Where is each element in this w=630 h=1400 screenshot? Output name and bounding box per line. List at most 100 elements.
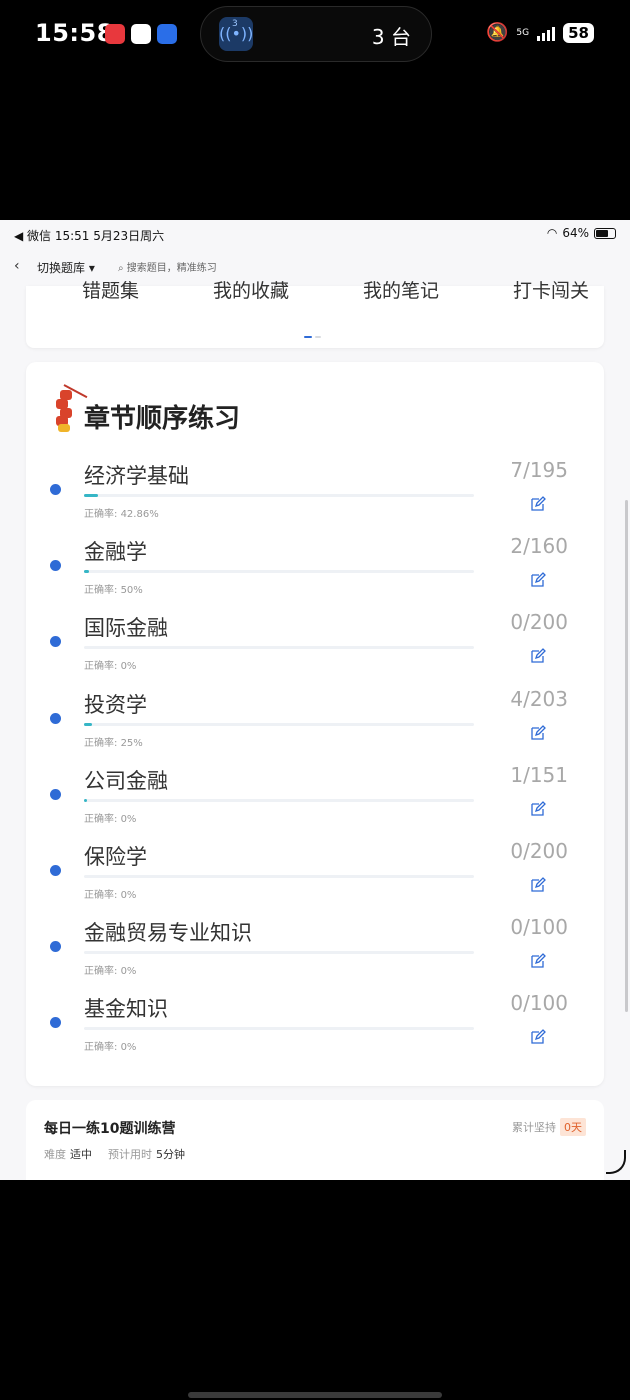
edit-icon[interactable]	[530, 953, 546, 969]
chapter-bullet	[50, 484, 61, 495]
chapter-count: 7/195	[510, 458, 568, 482]
quick-link-favorites[interactable]: 我的收藏	[213, 276, 289, 303]
edit-icon[interactable]	[530, 648, 546, 664]
search-field[interactable]: ⌕ 搜索题目，精准练习	[118, 259, 217, 274]
chapter-row[interactable]: 公司金融 正确率: 0% 1/151	[26, 763, 604, 841]
switch-question-bank-button[interactable]: 切换题库 ▾	[37, 259, 95, 276]
edit-icon[interactable]	[530, 877, 546, 893]
quick-links-card: 错题集 我的收藏 我的笔记 打卡闯关	[26, 280, 604, 348]
firecracker-icon	[52, 384, 88, 434]
chapter-name: 国际金融	[84, 616, 168, 641]
quick-link-wrong-questions[interactable]: 错题集	[82, 276, 139, 303]
accuracy-value: 0%	[120, 966, 137, 978]
accuracy-label: 正确率:	[84, 585, 121, 597]
streak-label: 累计坚持	[512, 1121, 556, 1134]
chapter-count: 0/200	[510, 839, 568, 863]
bell-muted-icon: 🔕	[486, 22, 509, 43]
edit-icon[interactable]	[530, 496, 546, 512]
chapter-progress-bar	[84, 798, 474, 802]
ipad-battery-percent: 64%	[562, 226, 589, 240]
chapter-section-title: 章节顺序练习	[84, 404, 241, 434]
chapter-accuracy: 正确率: 0%	[84, 810, 136, 825]
chapter-practice-card: 章节顺序练习 经济学基础 正确率: 42.86% 7/195 金融学 正确率: 50% 2…	[26, 362, 604, 1086]
accuracy-label: 正确率:	[84, 966, 121, 978]
app-notification-icon	[105, 24, 125, 44]
chapter-row[interactable]: 基金知识正确率: 0% 0/100	[26, 991, 604, 1069]
chapter-progress-bar	[84, 722, 474, 726]
chapter-progress-bar	[84, 646, 474, 650]
accuracy-value: 42.86%	[120, 509, 159, 520]
ipad-status-left: ◀ 微信 15:51 5月23日周六	[14, 229, 165, 243]
status-indicators: 🔕 5G 58	[486, 22, 594, 43]
edit-icon[interactable]	[530, 724, 546, 741]
accuracy-label: 正确率:	[84, 737, 121, 749]
phone-time: 15:58	[35, 19, 114, 47]
time-label: 预计用时	[108, 1148, 152, 1161]
edit-icon[interactable]	[530, 800, 546, 817]
streak-days: 0天	[560, 1118, 586, 1136]
quick-link-checkin[interactable]: 打卡闯关	[513, 276, 589, 303]
chapter-accuracy: 正确率: 42.86%	[84, 505, 159, 520]
home-indicator[interactable]	[188, 1392, 442, 1398]
app-notification-icon	[131, 24, 151, 44]
edit-icon[interactable]	[530, 1029, 546, 1045]
ipad-status-right: ◠ 64%	[547, 226, 616, 240]
chapter-progress-bar	[84, 494, 474, 497]
chapter-progress-fill	[84, 798, 87, 802]
accuracy-label: 正确率:	[84, 890, 121, 901]
chapter-bullet	[50, 788, 61, 800]
chapter-bullet	[50, 636, 61, 648]
chapter-row[interactable]: 保险学 正确率: 0% 0/200	[26, 839, 604, 917]
chapter-accuracy: 正确率: 0%	[84, 886, 136, 901]
chapter-name: 金融贸易专业知识	[84, 921, 252, 946]
quick-link-notes[interactable]: 我的笔记	[363, 276, 439, 303]
battery-icon	[594, 227, 616, 239]
training-camp-card[interactable]: 每日一练10题训练营 累计坚持 0天 难度 适中 预计用时 5分钟	[26, 1100, 604, 1180]
chapter-count: 0/100	[510, 991, 568, 1016]
accuracy-label: 正确率:	[84, 509, 121, 520]
accuracy-value: 0%	[120, 813, 137, 825]
scrollbar[interactable]	[625, 500, 628, 1012]
chapter-bullet	[50, 865, 61, 876]
chapter-row[interactable]: 金融贸易专业知识正确率: 0% 0/100	[26, 915, 604, 993]
chapter-name: 公司金融	[84, 768, 168, 793]
chapter-progress-fill	[84, 494, 99, 497]
chapter-progress-fill	[84, 570, 89, 574]
chapter-progress-bar	[84, 570, 474, 574]
accuracy-value: 0%	[120, 661, 137, 673]
chapter-name: 投资学	[84, 692, 147, 717]
chapter-bullet	[50, 1017, 61, 1029]
chapter-name: 基金知识	[84, 997, 168, 1022]
battery-level: 58	[563, 22, 594, 43]
chapter-progress-bar	[84, 951, 474, 955]
quick-links: 错题集 我的收藏 我的笔记 打卡闯关	[82, 276, 589, 303]
chapter-count: 0/100	[510, 915, 568, 940]
difficulty-label: 难度	[44, 1148, 66, 1161]
chapter-row[interactable]: 经济学基础 正确率: 42.86% 7/195	[26, 458, 604, 536]
search-icon: ⌕	[118, 263, 127, 274]
chapter-bullet	[50, 712, 61, 724]
chapter-accuracy: 正确率: 25%	[84, 734, 143, 749]
accuracy-value: 50%	[120, 585, 143, 597]
chapter-accuracy: 正确率: 0%	[84, 657, 136, 672]
chapter-name: 金融学	[84, 540, 147, 565]
accuracy-label: 正确率:	[84, 661, 121, 673]
chapter-row[interactable]: 金融学 正确率: 50% 2/160	[26, 534, 604, 612]
back-icon[interactable]: ‹	[14, 258, 20, 274]
chapter-count: 4/203	[510, 686, 568, 711]
streak: 累计坚持 0天	[512, 1118, 586, 1136]
dynamic-island[interactable]: ((•)) 3 3 台	[200, 6, 432, 62]
chapter-progress-bar	[84, 875, 474, 878]
notification-app-icons	[105, 24, 177, 44]
chapter-progress-bar	[84, 1027, 474, 1031]
chapter-accuracy: 正确率: 50%	[84, 581, 143, 596]
accuracy-label: 正确率:	[84, 1042, 121, 1054]
signal-icon	[537, 25, 556, 41]
edit-icon[interactable]	[530, 572, 546, 588]
chapter-count: 0/200	[510, 610, 568, 635]
chapter-accuracy: 正确率: 0%	[84, 1038, 136, 1053]
camp-title: 每日一练10题训练营	[44, 1121, 176, 1137]
chapter-row[interactable]: 投资学正确率: 25% 4/203	[26, 686, 604, 765]
device-count: 3 台	[371, 25, 411, 49]
chapter-row[interactable]: 国际金融正确率: 0% 0/200	[26, 610, 604, 688]
